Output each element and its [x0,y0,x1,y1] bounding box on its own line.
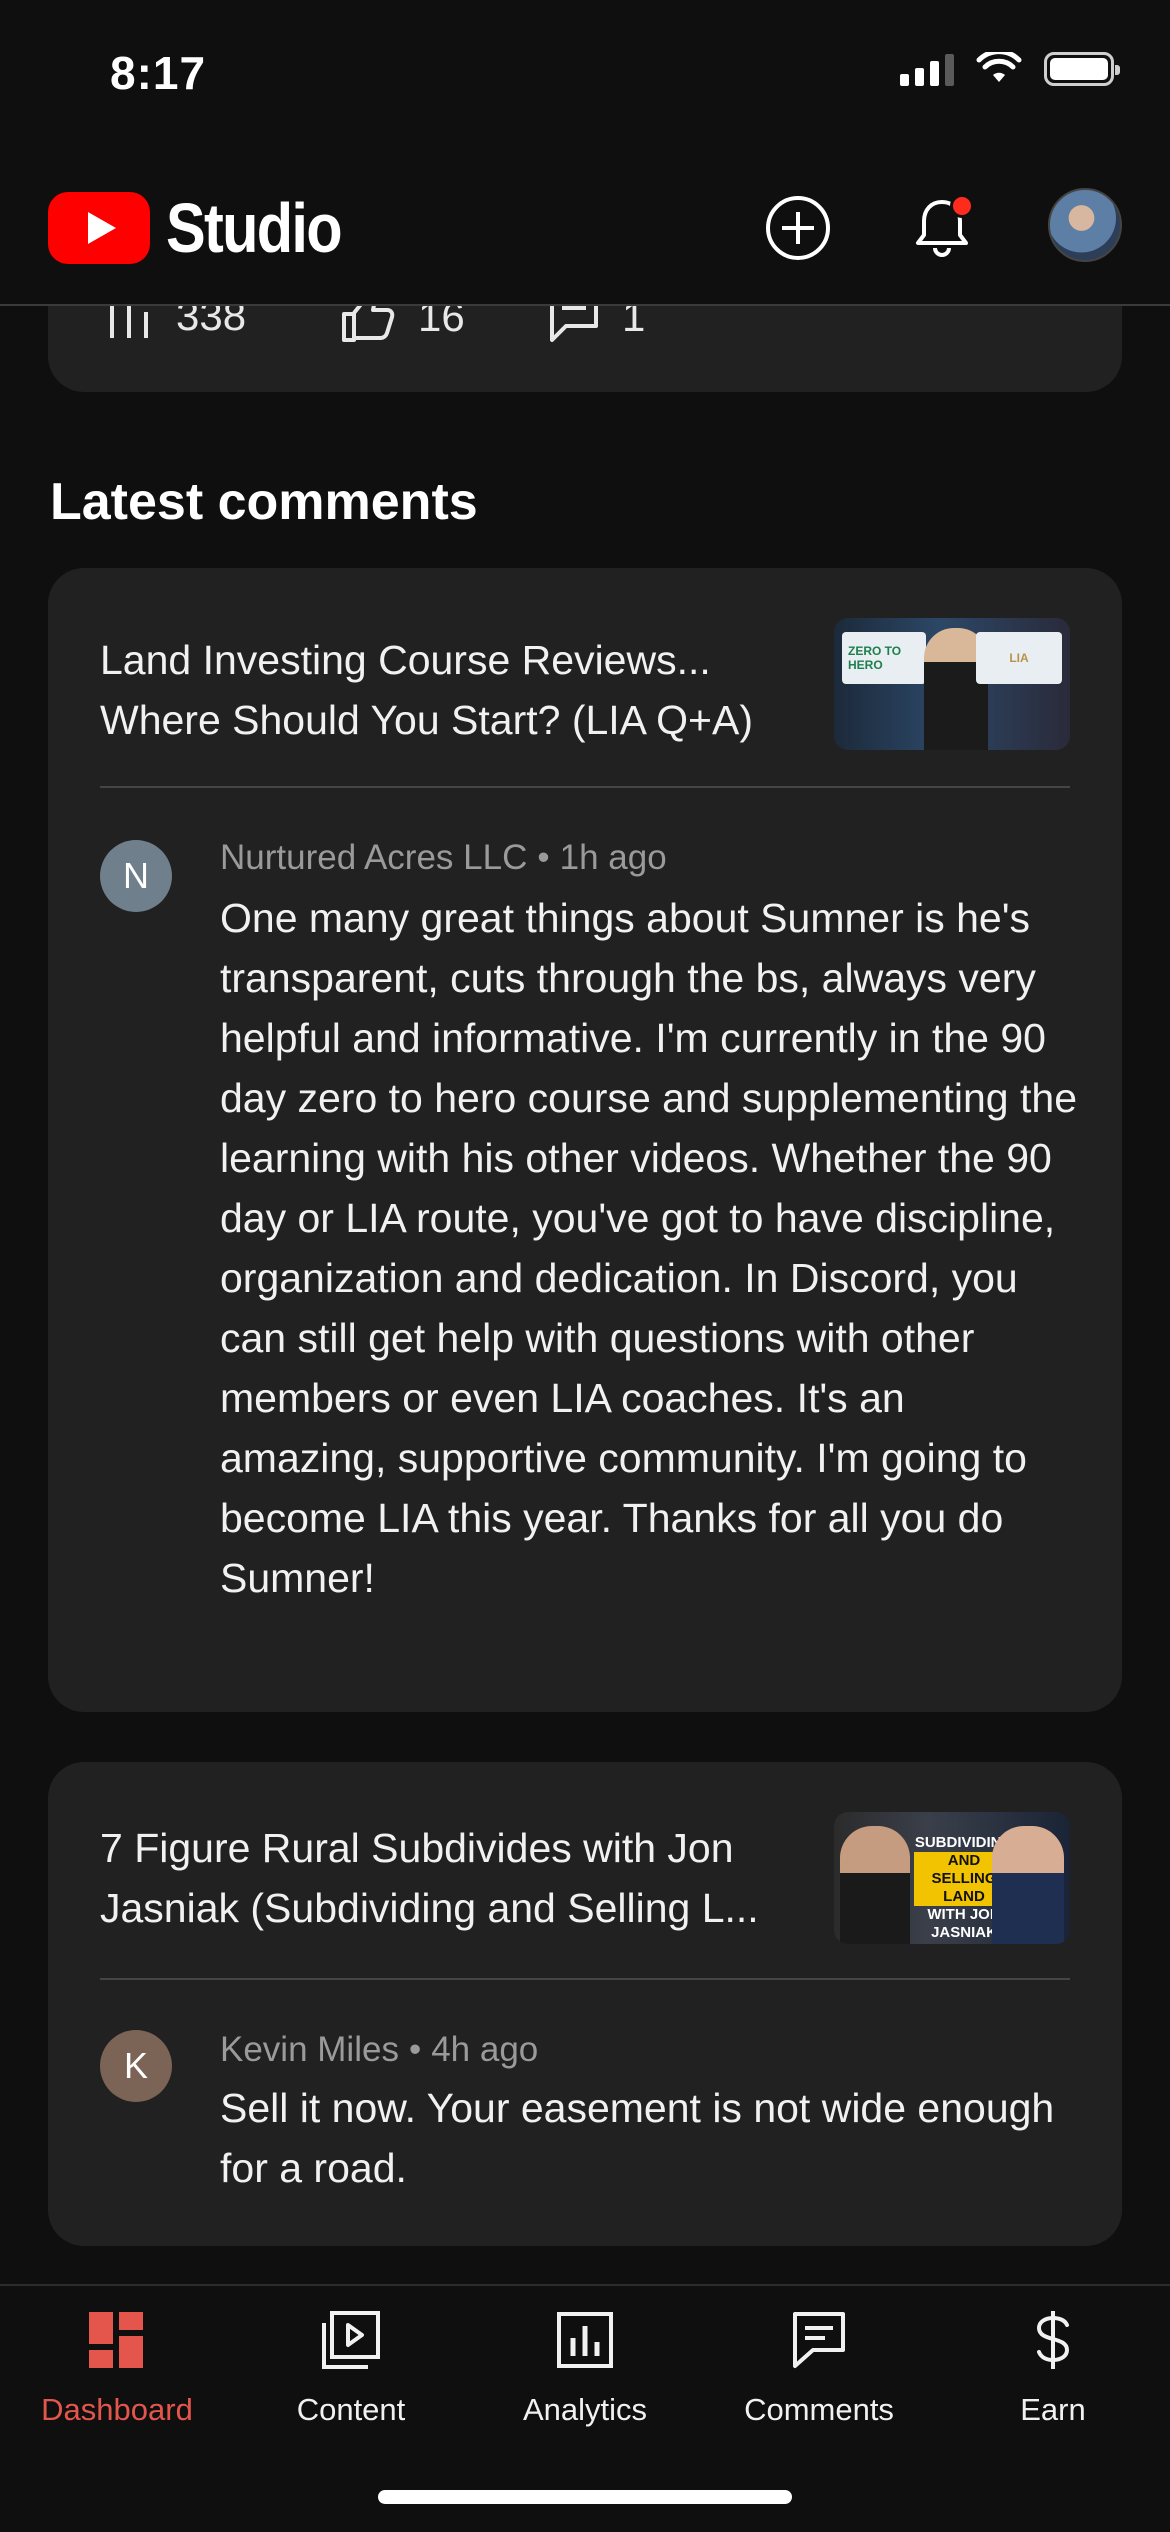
comments-icon [787,2308,851,2372]
commenter-name[interactable]: Nurtured Acres LLC [220,838,527,877]
earn-icon [1021,2308,1085,2372]
youtube-play-icon [48,192,150,264]
nav-label: Dashboard [41,2392,193,2427]
divider [100,786,1070,788]
commenter-avatar[interactable]: N [100,840,172,912]
nav-label: Analytics [522,2392,648,2427]
home-indicator[interactable] [378,2490,792,2504]
comment-text[interactable]: Sell it now. Your easement is not wide e… [220,2078,1080,2198]
video-title[interactable]: Land Investing Course Reviews... Where S… [100,630,800,750]
thumbnail-badge: ZERO TO HERO [842,632,926,684]
nav-dashboard[interactable]: Dashboard [0,2308,234,2428]
notification-dot [950,194,974,218]
divider [100,1978,1070,1980]
comment-meta: Kevin Miles • 4h ago [220,2030,539,2069]
nav-earn[interactable]: Earn [936,2308,1170,2428]
nav-comments[interactable]: Comments [702,2308,936,2428]
nav-analytics[interactable]: Analytics [468,2308,702,2428]
app-name: Studio [166,189,343,267]
video-thumbnail[interactable]: ZERO TO HERO LIA [834,618,1070,750]
comment-meta: Nurtured Acres LLC • 1h ago [220,838,667,877]
thumbnail-person [840,1826,910,1944]
account-avatar[interactable] [1048,188,1122,262]
commenter-avatar[interactable]: K [100,2030,172,2102]
status-bar: 8:17 [0,0,1170,150]
video-thumbnail[interactable]: SUBDIVIDING AND SELLING LAND WITH JON JA… [834,1812,1070,1944]
nav-label: Earn [1020,2392,1086,2427]
comment-card[interactable]: 7 Figure Rural Subdivides with Jon Jasni… [48,1762,1122,2246]
create-button[interactable] [760,190,836,266]
wifi-icon [976,52,1022,82]
plus-circle-icon [766,196,830,260]
video-title[interactable]: 7 Figure Rural Subdivides with Jon Jasni… [100,1818,800,1938]
comment-time: 4h ago [431,2030,539,2069]
nav-label: Content [296,2392,406,2427]
comment-text[interactable]: One many great things about Sumner is he… [220,888,1080,1608]
dashboard-icon [85,2308,149,2372]
nav-content[interactable]: Content [234,2308,468,2428]
thumbnail-person [992,1826,1064,1944]
notifications-button[interactable] [904,190,980,266]
nav-label: Comments [744,2392,894,2427]
comment-time: 1h ago [559,838,667,877]
comment-card[interactable]: Land Investing Course Reviews... Where S… [48,568,1122,1712]
commenter-name[interactable]: Kevin Miles [220,2030,399,2069]
content-icon [319,2308,383,2372]
latest-comments-heading: Latest comments [50,473,478,531]
status-time: 8:17 [110,47,207,99]
app-header: Studio [0,150,1170,306]
status-icons [900,52,1120,86]
battery-icon [1044,52,1120,86]
cellular-signal-icon [900,52,954,86]
thumbnail-badge: LIA [976,632,1062,684]
analytics-icon [553,2308,617,2372]
studio-logo[interactable]: Studio [48,188,372,268]
